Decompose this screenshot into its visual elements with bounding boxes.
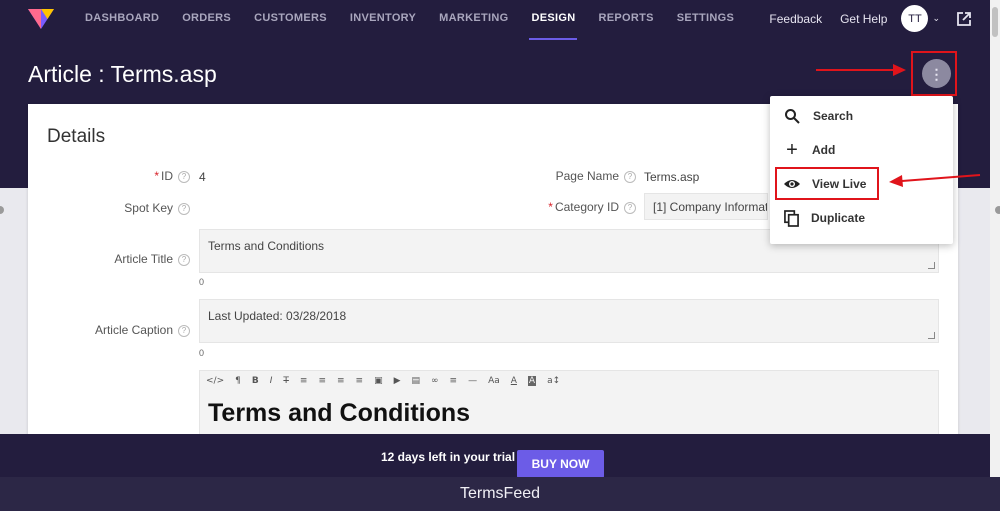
scrollbar-thumb[interactable] — [992, 7, 998, 37]
help-icon[interactable]: ? — [178, 203, 190, 215]
plus-icon: + — [786, 138, 798, 161]
avatar[interactable]: TT — [901, 5, 929, 32]
background-color-button[interactable]: A — [527, 376, 537, 386]
brand-logo-icon[interactable] — [28, 7, 54, 29]
category-id-label: * Category ID? — [498, 200, 636, 214]
get-help-link[interactable]: Get Help — [840, 12, 887, 26]
menu-item-add[interactable]: + Add — [770, 133, 953, 167]
nav-item-customers[interactable]: CUSTOMERS — [254, 0, 327, 40]
code-view-button[interactable]: </> — [206, 376, 224, 386]
outdent-button[interactable]: ≡ — [337, 376, 345, 386]
annotation-box-kebab — [911, 51, 957, 96]
caption-text: TermsFeed — [459, 485, 541, 502]
article-title-label: Article Title? — [68, 252, 190, 266]
nav-item-marketing[interactable]: MARKETING — [439, 0, 508, 40]
menu-item-label: Add — [812, 143, 836, 157]
help-icon[interactable]: ? — [178, 171, 190, 183]
ordered-list-button[interactable]: ≡ — [318, 376, 326, 386]
table-button[interactable]: ▤ — [412, 376, 421, 386]
nav-item-orders[interactable]: ORDERS — [182, 0, 231, 40]
main-nav: DASHBOARD ORDERS CUSTOMERS INVENTORY MAR… — [85, 0, 757, 41]
article-caption-counter: 0 — [199, 348, 205, 358]
nav-item-settings[interactable]: SETTINGS — [677, 0, 734, 40]
top-navigation-bar: DASHBOARD ORDERS CUSTOMERS INVENTORY MAR… — [0, 0, 990, 41]
menu-item-duplicate[interactable]: Duplicate — [770, 201, 953, 235]
text-color-button[interactable]: A — [511, 376, 517, 386]
nav-item-design[interactable]: DESIGN — [529, 0, 578, 41]
help-icon[interactable]: ? — [178, 325, 190, 337]
video-button[interactable]: ▶ — [394, 376, 401, 386]
help-icon[interactable]: ? — [624, 202, 636, 214]
align-button[interactable]: ≡ — [450, 376, 458, 386]
top-right-actions: Feedback Get Help TT ⌄ — [751, 0, 972, 37]
trial-text: 12 days left in your trial — [381, 450, 516, 464]
chevron-down-icon[interactable]: ⌄ — [932, 13, 940, 24]
search-icon — [785, 109, 800, 124]
resize-handle[interactable] — [928, 262, 935, 269]
page-name-value: Terms.asp — [644, 170, 700, 184]
external-link-icon[interactable] — [956, 11, 972, 27]
menu-item-label: Duplicate — [811, 211, 866, 225]
article-caption-label: Article Caption? — [68, 323, 190, 337]
nav-item-dashboard[interactable]: DASHBOARD — [85, 0, 159, 40]
nav-item-inventory[interactable]: INVENTORY — [350, 0, 416, 40]
article-title-counter: 0 — [199, 277, 205, 287]
id-label: * ID? — [88, 169, 190, 183]
link-button[interactable]: ∞ — [431, 376, 439, 386]
font-size-button[interactable]: Aa — [488, 376, 500, 386]
page-scrollbar[interactable] — [990, 0, 1000, 477]
category-id-select[interactable]: [1] Company Information — [644, 193, 768, 220]
feedback-link[interactable]: Feedback — [769, 12, 822, 26]
annotation-box-view-live — [775, 167, 879, 200]
line-height-button[interactable]: a↕ — [547, 376, 560, 386]
rich-text-editor[interactable]: </> ¶ B I T ≡ ≡ ≡ ≡ ▣ ▶ ▤ ∞ ≡ — Aa A A a… — [199, 370, 939, 444]
spot-key-label: Spot Key? — [68, 201, 190, 215]
editor-toolbar: </> ¶ B I T ≡ ≡ ≡ ≡ ▣ ▶ ▤ ∞ ≡ — Aa A A a… — [206, 375, 571, 387]
image-button[interactable]: ▣ — [374, 376, 383, 386]
menu-item-search[interactable]: Search — [770, 99, 953, 133]
paragraph-button[interactable]: ¶ — [235, 376, 241, 386]
menu-item-label: Search — [813, 109, 854, 123]
id-value: 4 — [199, 170, 206, 184]
right-edge-handle-icon — [995, 206, 1000, 214]
horizontal-rule-button[interactable]: — — [468, 376, 477, 386]
buy-now-button[interactable]: BUY NOW — [517, 450, 604, 478]
page-name-label: Page Name? — [498, 169, 636, 183]
resize-handle[interactable] — [928, 332, 935, 339]
page-title: Article : Terms.asp — [28, 61, 217, 87]
card-title: Details — [47, 126, 106, 147]
unordered-list-button[interactable]: ≡ — [300, 376, 308, 386]
help-icon[interactable]: ? — [178, 254, 190, 266]
caption-bar: TermsFeed — [0, 477, 1000, 511]
strikethrough-button[interactable]: T — [283, 376, 289, 386]
nav-item-reports[interactable]: REPORTS — [598, 0, 653, 40]
italic-button[interactable]: I — [270, 376, 273, 386]
article-caption-input[interactable]: Last Updated: 03/28/2018 — [199, 299, 939, 343]
indent-button[interactable]: ≡ — [356, 376, 364, 386]
bold-button[interactable]: B — [252, 376, 259, 386]
left-edge-handle-icon — [0, 206, 4, 214]
editor-heading: Terms and Conditions — [208, 399, 471, 427]
help-icon[interactable]: ? — [624, 171, 636, 183]
duplicate-icon — [784, 209, 799, 227]
